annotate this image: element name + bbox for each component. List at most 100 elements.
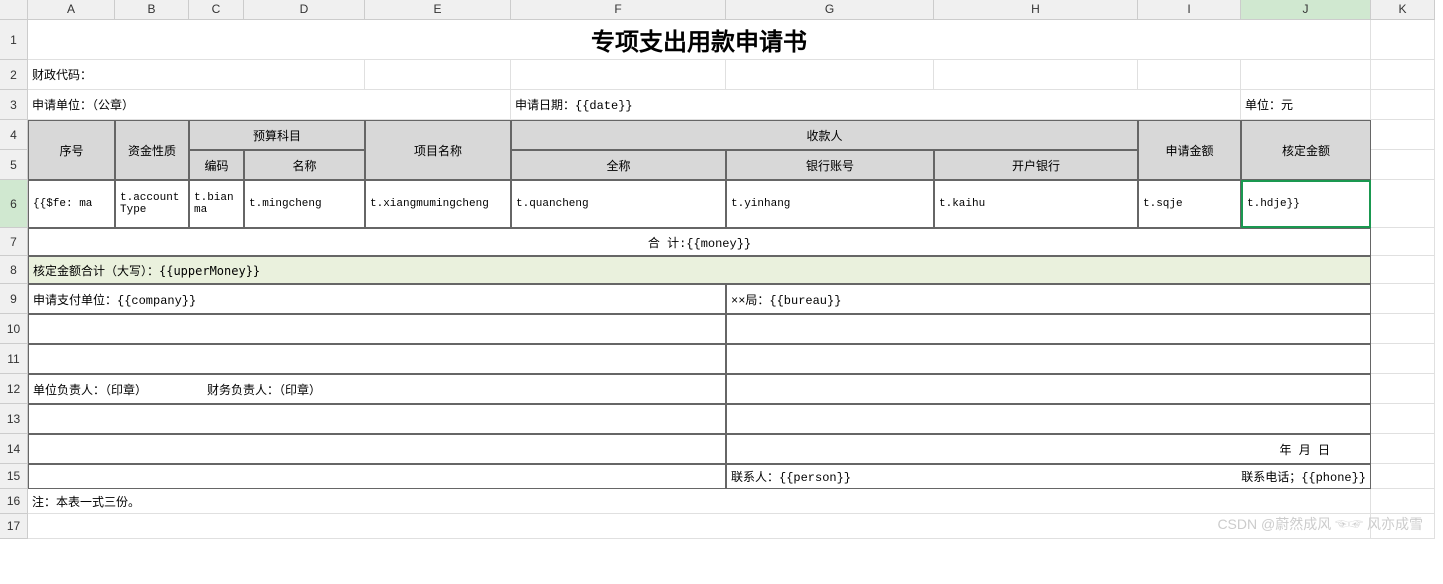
row-header-7[interactable]: 7 (0, 228, 28, 256)
cell-i2[interactable] (1138, 60, 1241, 90)
col-header-b[interactable]: B (115, 0, 189, 20)
cell-right-12[interactable] (726, 374, 1371, 404)
cell-left-13[interactable] (28, 404, 726, 434)
total-cell[interactable]: 合 计:{{money}} (28, 228, 1371, 256)
cell-k3[interactable] (1371, 90, 1435, 120)
cell-k1[interactable] (1371, 20, 1435, 60)
row-header-8[interactable]: 8 (0, 256, 28, 284)
col-header-c[interactable]: C (189, 0, 244, 20)
row-header-2[interactable]: 2 (0, 60, 28, 90)
cell-j2[interactable] (1241, 60, 1371, 90)
row-header-12[interactable]: 12 (0, 374, 28, 404)
cell-e2[interactable] (365, 60, 511, 90)
cell-g2[interactable] (726, 60, 934, 90)
data-c[interactable]: t.bianma (189, 180, 244, 228)
header-project-name[interactable]: 项目名称 (365, 120, 511, 180)
row-header-14[interactable]: 14 (0, 434, 28, 464)
finance-code-cell[interactable]: 财政代码： (28, 60, 365, 90)
cell-left-15[interactable] (28, 464, 726, 489)
data-i[interactable]: t.sqje (1138, 180, 1241, 228)
col-header-e[interactable]: E (365, 0, 511, 20)
data-a[interactable]: {{$fe: ma (28, 180, 115, 228)
header-apply-amount[interactable]: 申请金额 (1138, 120, 1241, 180)
finance-leader-text: 财务负责人：（印章） (207, 381, 321, 398)
data-g[interactable]: t.yinhang (726, 180, 934, 228)
bureau-cell[interactable]: ××局：{{bureau}} (726, 284, 1371, 314)
cell-k13[interactable] (1371, 404, 1435, 434)
cell-k4[interactable] (1371, 120, 1435, 150)
header-approved-amount[interactable]: 核定金额 (1241, 120, 1371, 180)
cell-k5[interactable] (1371, 150, 1435, 180)
cell-k11[interactable] (1371, 344, 1435, 374)
cell-left-14[interactable] (28, 434, 726, 464)
header-bank-account[interactable]: 银行账号 (726, 150, 934, 180)
col-header-d[interactable]: D (244, 0, 365, 20)
data-j-active[interactable]: t.hdje}} (1241, 180, 1371, 228)
contact-cell[interactable]: 联系人：{{person}} 联系电话；{{phone}} (726, 464, 1371, 489)
row-header-17[interactable]: 17 (0, 514, 28, 539)
unit-label-cell[interactable]: 单位：元 (1241, 90, 1371, 120)
cell-k15[interactable] (1371, 464, 1435, 489)
title-cell[interactable]: 专项支出用款申请书 (28, 20, 1371, 60)
cell-k10[interactable] (1371, 314, 1435, 344)
header-code[interactable]: 编码 (189, 150, 244, 180)
cell-17[interactable] (28, 514, 1371, 539)
row-header-9[interactable]: 9 (0, 284, 28, 314)
header-budget-subject[interactable]: 预算科目 (189, 120, 365, 150)
row-header-16[interactable]: 16 (0, 489, 28, 514)
header-name[interactable]: 名称 (244, 150, 365, 180)
cell-k16[interactable] (1371, 489, 1435, 514)
row-header-11[interactable]: 11 (0, 344, 28, 374)
cell-k8[interactable] (1371, 256, 1435, 284)
col-header-j[interactable]: J (1241, 0, 1371, 20)
data-d[interactable]: t.mingcheng (244, 180, 365, 228)
cell-h2[interactable] (934, 60, 1138, 90)
col-header-a[interactable]: A (28, 0, 115, 20)
data-e[interactable]: t.xiangmumingcheng (365, 180, 511, 228)
cell-k14[interactable] (1371, 434, 1435, 464)
col-header-g[interactable]: G (726, 0, 934, 20)
contact-person-text: 联系人：{{person}} (731, 468, 1241, 485)
upper-money-cell[interactable]: 核定金额合计（大写）：{{upperMoney}} (28, 256, 1371, 284)
header-fund-nature[interactable]: 资金性质 (115, 120, 189, 180)
data-h[interactable]: t.kaihu (934, 180, 1138, 228)
data-b[interactable]: t.accountType (115, 180, 189, 228)
cell-left-10[interactable] (28, 314, 726, 344)
row-header-4[interactable]: 4 (0, 120, 28, 150)
header-full-name[interactable]: 全称 (511, 150, 726, 180)
cell-right-10[interactable] (726, 314, 1371, 344)
contact-phone-text: 联系电话；{{phone}} (1241, 468, 1366, 485)
cell-right-13[interactable] (726, 404, 1371, 434)
col-header-h[interactable]: H (934, 0, 1138, 20)
row-header-15[interactable]: 15 (0, 464, 28, 489)
cell-k12[interactable] (1371, 374, 1435, 404)
leaders-cell[interactable]: 单位负责人：（印章） 财务负责人：（印章） (28, 374, 726, 404)
cell-k9[interactable] (1371, 284, 1435, 314)
cell-k7[interactable] (1371, 228, 1435, 256)
col-header-i[interactable]: I (1138, 0, 1241, 20)
cell-left-11[interactable] (28, 344, 726, 374)
row-header-5[interactable]: 5 (0, 150, 28, 180)
apply-pay-unit-cell[interactable]: 申请支付单位：{{company}} (28, 284, 726, 314)
col-header-k[interactable]: K (1371, 0, 1435, 20)
header-payee[interactable]: 收款人 (511, 120, 1138, 150)
row-header-13[interactable]: 13 (0, 404, 28, 434)
data-f[interactable]: t.quancheng (511, 180, 726, 228)
note-cell[interactable]: 注：本表一式三份。 (28, 489, 1371, 514)
cell-right-11[interactable] (726, 344, 1371, 374)
row-header-6[interactable]: 6 (0, 180, 28, 228)
header-seq[interactable]: 序号 (28, 120, 115, 180)
cell-f2[interactable] (511, 60, 726, 90)
date-ymd-cell[interactable]: 年 月 日 (726, 434, 1371, 464)
cell-k6[interactable] (1371, 180, 1435, 228)
row-header-10[interactable]: 10 (0, 314, 28, 344)
apply-unit-cell[interactable]: 申请单位：（公章） (28, 90, 511, 120)
row-header-1[interactable]: 1 (0, 20, 28, 60)
apply-date-cell[interactable]: 申请日期：{{date}} (511, 90, 1241, 120)
corner-cell[interactable] (0, 0, 28, 20)
header-open-bank[interactable]: 开户银行 (934, 150, 1138, 180)
cell-k2[interactable] (1371, 60, 1435, 90)
row-header-3[interactable]: 3 (0, 90, 28, 120)
col-header-f[interactable]: F (511, 0, 726, 20)
watermark-text: CSDN @蔚然成风 ☜☞ 风亦成雪 (1217, 514, 1423, 534)
